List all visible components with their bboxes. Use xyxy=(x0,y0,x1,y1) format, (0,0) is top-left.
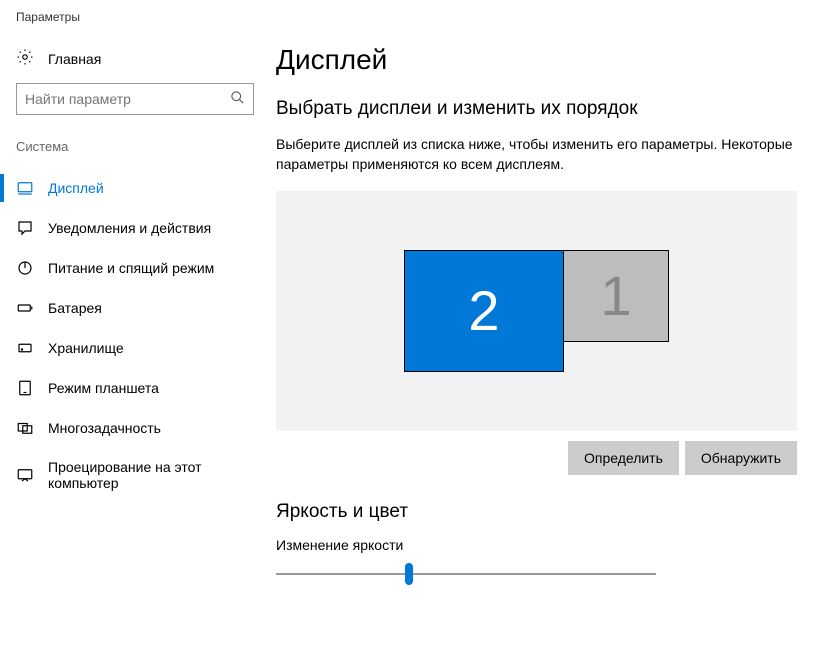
search-icon xyxy=(230,90,245,108)
section-label: Система xyxy=(0,135,270,168)
nav-label: Питание и спящий режим xyxy=(48,260,214,276)
multitask-icon xyxy=(16,419,34,437)
detect-button[interactable]: Обнаружить xyxy=(685,441,797,475)
nav-item-tablet[interactable]: Режим планшета xyxy=(0,368,270,408)
home-button[interactable]: Главная xyxy=(0,42,270,83)
settings-window: Параметры Главная Система xyxy=(0,0,831,648)
brightness-slider[interactable] xyxy=(276,563,656,585)
search-container xyxy=(0,83,270,135)
nav-label: Батарея xyxy=(48,300,102,316)
nav-item-multitask[interactable]: Многозадачность xyxy=(0,408,270,448)
nav-item-power[interactable]: Питание и спящий режим xyxy=(0,248,270,288)
power-icon xyxy=(16,259,34,277)
nav-list: Дисплей Уведомления и действия Питание и… xyxy=(0,168,270,502)
tablet-icon xyxy=(16,379,34,397)
monitor-icon xyxy=(16,179,34,197)
page-title: Дисплей xyxy=(276,44,797,76)
display-1[interactable]: 1 xyxy=(564,250,669,342)
nav-label: Проецирование на этот компьютер xyxy=(48,459,254,491)
project-icon xyxy=(16,466,34,484)
sidebar: Главная Система Дисплей Уведом xyxy=(0,32,270,648)
display-arrangement-area[interactable]: 2 1 xyxy=(276,191,797,431)
nav-label: Многозадачность xyxy=(48,420,161,436)
gear-icon xyxy=(16,48,34,69)
nav-item-notifications[interactable]: Уведомления и действия xyxy=(0,208,270,248)
search-box[interactable] xyxy=(16,83,254,115)
slider-thumb[interactable] xyxy=(405,563,413,585)
home-label: Главная xyxy=(48,51,101,67)
content-area: Главная Система Дисплей Уведом xyxy=(0,32,831,648)
display-2[interactable]: 2 xyxy=(404,250,564,372)
nav-item-projecting[interactable]: Проецирование на этот компьютер xyxy=(0,448,270,502)
nav-item-storage[interactable]: Хранилище xyxy=(0,328,270,368)
message-icon xyxy=(16,219,34,237)
nav-item-display[interactable]: Дисплей xyxy=(0,168,270,208)
window-title: Параметры xyxy=(0,0,831,32)
identify-button[interactable]: Определить xyxy=(568,441,679,475)
search-input[interactable] xyxy=(25,91,230,107)
display-buttons: Определить Обнаружить xyxy=(276,441,797,475)
nav-item-battery[interactable]: Батарея xyxy=(0,288,270,328)
nav-label: Хранилище xyxy=(48,340,124,356)
arrange-title: Выбрать дисплеи и изменить их порядок xyxy=(276,98,797,120)
battery-icon xyxy=(16,299,34,317)
brightness-label: Изменение яркости xyxy=(276,537,797,553)
nav-label: Уведомления и действия xyxy=(48,220,211,236)
nav-label: Режим планшета xyxy=(48,380,159,396)
brightness-title: Яркость и цвет xyxy=(276,501,797,523)
main-panel: Дисплей Выбрать дисплеи и изменить их по… xyxy=(270,32,831,648)
storage-icon xyxy=(16,339,34,357)
nav-label: Дисплей xyxy=(48,180,104,196)
arrange-description: Выберите дисплей из списка ниже, чтобы и… xyxy=(276,134,797,175)
slider-track xyxy=(276,573,656,575)
